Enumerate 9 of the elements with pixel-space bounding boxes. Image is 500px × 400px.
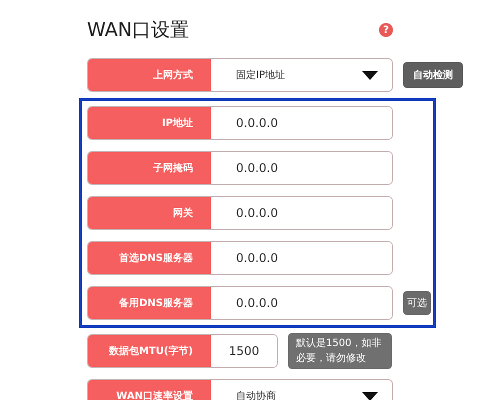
- dropdown[interactable]: 自动协商: [211, 380, 392, 400]
- caret-icon: [362, 70, 378, 80]
- field-label: 上网方式: [88, 59, 211, 91]
- caret-icon: [362, 392, 378, 400]
- dropdown[interactable]: 固定IP地址: [211, 59, 392, 91]
- hint-tooltip: 默认是1500，如非必要，请勿修改: [288, 333, 392, 369]
- page-title: WAN口设置: [87, 18, 189, 43]
- auto-detect-button[interactable]: 自动检测: [403, 62, 463, 88]
- optional-tag: 可选: [403, 291, 431, 315]
